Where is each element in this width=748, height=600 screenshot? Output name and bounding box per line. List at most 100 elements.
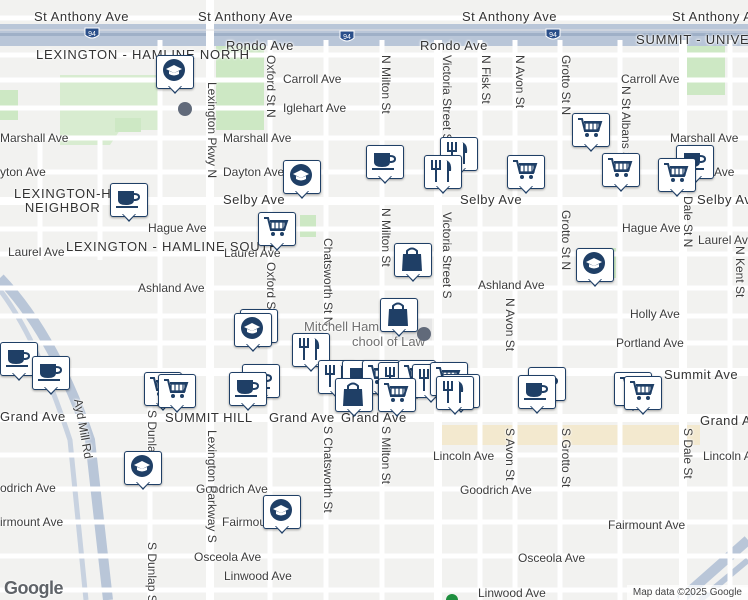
neighborhood-line: LEXINGTON-H (14, 186, 112, 201)
map-marker-restaurant[interactable] (436, 376, 474, 416)
map-marker-shopping-bag[interactable] (380, 298, 418, 338)
marker-tip-inner (123, 214, 135, 220)
neighborhood-name: LEXINGTON - HAMLINE NORTH (36, 47, 250, 62)
map-marker-school[interactable] (124, 451, 162, 491)
map-marker-shopping-cart[interactable] (658, 158, 696, 198)
marker-tip-inner (615, 184, 627, 190)
street-label: Portland Ave (616, 336, 684, 350)
street-label: St Anthony Ave (672, 9, 748, 24)
marker-tip-inner (391, 409, 403, 415)
svg-text:94: 94 (343, 34, 351, 41)
marker-tip-inner (407, 274, 419, 280)
map-marker-shopping-bag[interactable] (394, 243, 432, 283)
street-label: S Dale St (681, 428, 695, 479)
street-label: S Milton St (379, 426, 393, 485)
street-label: Carroll Ave (621, 72, 680, 86)
marker-tip-inner (296, 191, 308, 197)
street-label: Selby Ave (223, 192, 286, 207)
map-marker-shopping-cart[interactable] (572, 113, 610, 153)
marker-tip-inner (589, 279, 601, 285)
street-label: S Chatsworth St (321, 426, 335, 513)
map-attribution[interactable]: Map data ©2025 Google (626, 585, 748, 600)
neighborhood-label: LEXINGTON - HAMLINE NORTH (36, 48, 249, 62)
marker-tip-inner (585, 144, 597, 150)
neighborhood-name: SUMMIT - UNIVERSITY (636, 32, 748, 47)
marker-tip-inner (137, 482, 149, 488)
map-marker-shopping-cart[interactable] (602, 153, 640, 193)
university-icon[interactable] (178, 102, 192, 116)
street-label: Victoria Street S (440, 55, 454, 142)
neighborhood-name: LEXINGTON - HAMLINE SOUTH (66, 239, 280, 254)
street-label: Linwood Ave (478, 586, 546, 600)
marker-tip-inner (393, 329, 405, 335)
map-marker-school[interactable] (156, 55, 194, 95)
street-label: Oxford St N (264, 55, 278, 118)
street-label: N Kent St (733, 246, 747, 298)
street-label: Osceola Ave (518, 551, 586, 565)
street-label: Ashland Ave (478, 278, 545, 292)
street-label: Dale St N (681, 196, 695, 248)
street-label: Chatsworth St N (321, 238, 335, 326)
map-marker-shopping-cart[interactable] (378, 378, 416, 418)
map-marker-shopping-bag[interactable] (335, 378, 373, 418)
street-label: N Avon St (513, 55, 527, 109)
marker-tip-inner (247, 344, 259, 350)
map-canvas[interactable]: 94 94 94 St Anthony Ave St Anthony Ave S… (0, 0, 748, 600)
marker-tip-inner (242, 403, 254, 409)
marker-tip-inner (449, 407, 461, 413)
map-marker-shopping-cart[interactable] (158, 374, 196, 414)
map-marker-shopping-cart[interactable] (507, 155, 545, 195)
street-label: Linwood Ave (224, 569, 292, 583)
svg-text:94: 94 (88, 31, 96, 38)
map-marker-cafe[interactable] (229, 372, 267, 412)
street-label: Goodrich Ave (460, 483, 532, 497)
svg-text:94: 94 (549, 32, 557, 39)
street-label: Lincoln Ave (703, 449, 748, 463)
marker-tip-inner (520, 186, 532, 192)
street-label: Carroll Ave (283, 72, 342, 86)
street-label: Grand Av (700, 413, 748, 428)
map-marker-cafe[interactable] (518, 375, 556, 415)
street-label: Dayton Ave (223, 165, 285, 179)
map-marker-cafe[interactable] (110, 183, 148, 223)
marker-tip-inner (169, 86, 181, 92)
marker-tip-inner (305, 364, 317, 370)
street-label: Marshall Ave (223, 131, 292, 145)
neighborhood-label: LEXINGTON - HAMLINE SOUTH (66, 240, 279, 254)
street-label: N Avon St (503, 298, 517, 352)
map-marker-shopping-cart[interactable] (258, 212, 296, 252)
street-label: Selby Ave (697, 192, 748, 207)
street-label: Grand Ave (0, 409, 66, 424)
street-label: Marshall Ave (670, 131, 739, 145)
street-label: N St Albans St (619, 86, 633, 164)
map-marker-shopping-cart[interactable] (624, 376, 662, 416)
street-label: N Fisk St (479, 55, 493, 104)
map-marker-school[interactable] (234, 313, 272, 353)
map-marker-cafe[interactable] (32, 356, 70, 396)
marker-tip-inner (637, 407, 649, 413)
interstate-shield-icon: 94 (545, 28, 561, 40)
google-logo: Google (4, 578, 64, 598)
map-marker-restaurant[interactable] (424, 155, 462, 195)
map-marker-cafe[interactable] (366, 145, 404, 185)
map-marker-school[interactable] (263, 495, 301, 535)
street-label: Osceola Ave (194, 550, 262, 564)
street-label: S Avon St (503, 428, 517, 481)
street-label: Lexington Parkway S (205, 430, 219, 543)
street-label: N Milton St (379, 55, 393, 114)
street-label: yton Ave (0, 165, 46, 179)
street-label: Iglehart Ave (283, 101, 347, 115)
street-label: Lexington Pkwy N (205, 82, 219, 179)
interstate-shield-icon: 94 (339, 30, 355, 42)
map-marker-school[interactable] (283, 160, 321, 200)
marker-tip-inner (348, 409, 360, 415)
street-label: odrich Ave (0, 481, 56, 495)
street-label: irmount Ave (0, 515, 64, 529)
street-label: Grotto St N (559, 55, 573, 116)
marker-tip-inner (171, 405, 183, 411)
university-icon[interactable] (417, 327, 431, 341)
street-label: Grotto St N (559, 210, 573, 271)
marker-tip-inner (379, 176, 391, 182)
map-marker-school[interactable] (576, 248, 614, 288)
marker-tip-inner (276, 526, 288, 532)
